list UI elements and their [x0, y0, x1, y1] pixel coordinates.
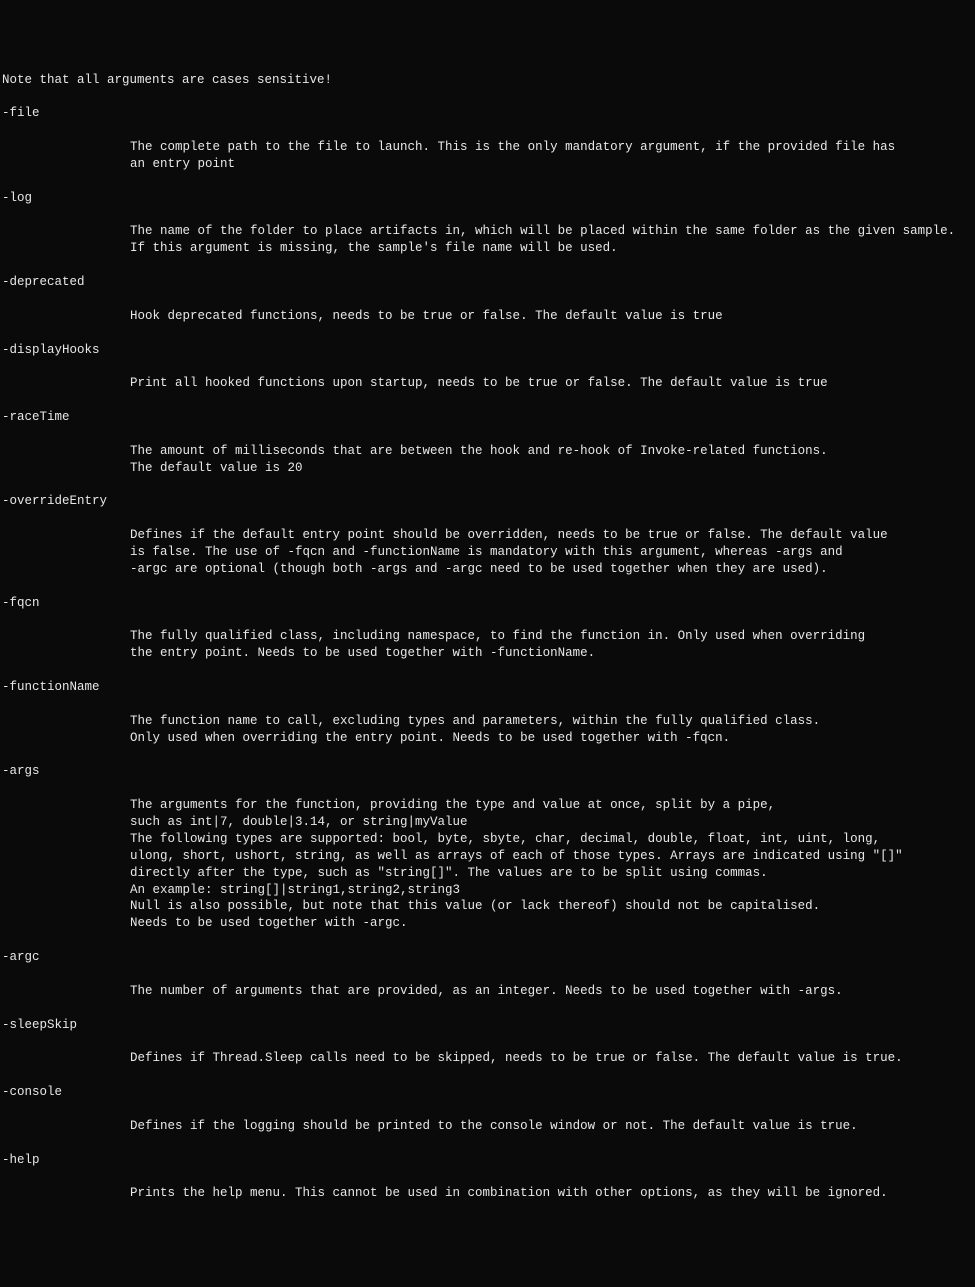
arg-file-desc: The complete path to the file to launch.… — [2, 139, 973, 173]
arg-argc-name: -argc — [2, 949, 973, 966]
header-note: Note that all arguments are cases sensit… — [2, 72, 973, 89]
arg-deprecated-name: -deprecated — [2, 274, 973, 291]
arg-sleepskip-name: -sleepSkip — [2, 1017, 973, 1034]
arg-functionname-name: -functionName — [2, 679, 973, 696]
arg-displayhooks-name: -displayHooks — [2, 342, 973, 359]
arg-args-name: -args — [2, 763, 973, 780]
arg-racetime-name: -raceTime — [2, 409, 973, 426]
arg-functionname-desc: The function name to call, excluding typ… — [2, 713, 973, 747]
arg-overrideentry-name: -overrideEntry — [2, 493, 973, 510]
arg-sleepskip-desc: Defines if Thread.Sleep calls need to be… — [2, 1050, 973, 1067]
arg-file-name: -file — [2, 105, 973, 122]
arg-console-name: -console — [2, 1084, 973, 1101]
arg-log-desc: The name of the folder to place artifact… — [2, 223, 973, 257]
arg-log-name: -log — [2, 190, 973, 207]
arg-console-desc: Defines if the logging should be printed… — [2, 1118, 973, 1135]
arg-help-desc: Prints the help menu. This cannot be use… — [2, 1185, 973, 1202]
arg-fqcn-desc: The fully qualified class, including nam… — [2, 628, 973, 662]
arg-help-name: -help — [2, 1152, 973, 1169]
arg-racetime-desc: The amount of milliseconds that are betw… — [2, 443, 973, 477]
arg-fqcn-name: -fqcn — [2, 595, 973, 612]
arg-overrideentry-desc: Defines if the default entry point shoul… — [2, 527, 973, 578]
arg-argc-desc: The number of arguments that are provide… — [2, 983, 973, 1000]
arg-args-desc: The arguments for the function, providin… — [2, 797, 973, 932]
arg-displayhooks-desc: Print all hooked functions upon startup,… — [2, 375, 973, 392]
arg-deprecated-desc: Hook deprecated functions, needs to be t… — [2, 308, 973, 325]
